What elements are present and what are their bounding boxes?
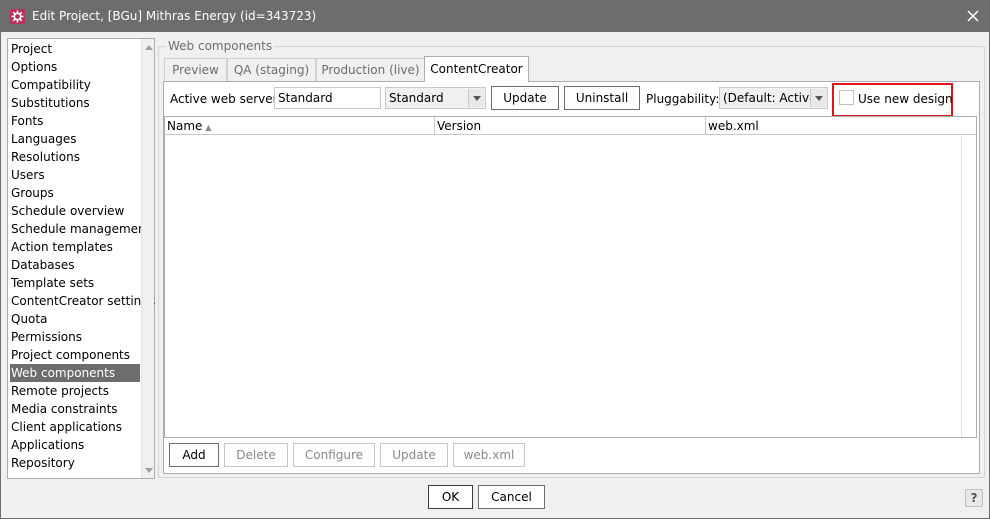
tab-preview[interactable]: Preview bbox=[164, 58, 227, 81]
tab-production-live[interactable]: Production (live) bbox=[316, 58, 425, 81]
nav-item-media-constraints[interactable]: Media constraints bbox=[10, 400, 140, 418]
help-icon: ? bbox=[970, 491, 978, 505]
nav-item-groups[interactable]: Groups bbox=[10, 184, 140, 202]
tab-contentcreator[interactable]: ContentCreator bbox=[424, 56, 529, 82]
web-server-select[interactable]: Standard bbox=[385, 87, 486, 109]
column-header-webxml[interactable]: web.xml bbox=[706, 117, 976, 135]
group-title: Web components bbox=[166, 39, 275, 53]
nav-item-schedule-overview[interactable]: Schedule overview bbox=[10, 202, 140, 220]
nav-item-web-components[interactable]: Web components bbox=[10, 364, 140, 382]
delete-button[interactable]: Delete bbox=[224, 443, 288, 467]
nav-item-options[interactable]: Options bbox=[10, 58, 140, 76]
nav-item-contentcreator-settings[interactable]: ContentCreator settings bbox=[10, 292, 155, 310]
tab-qa-staging[interactable]: QA (staging) bbox=[227, 58, 316, 81]
nav-item-fonts[interactable]: Fonts bbox=[10, 112, 140, 130]
scroll-down-icon[interactable] bbox=[145, 468, 153, 474]
nav-item-permissions[interactable]: Permissions bbox=[10, 328, 140, 346]
configure-button[interactable]: Configure bbox=[293, 443, 375, 467]
chevron-down-icon[interactable] bbox=[810, 89, 826, 107]
use-new-design-label[interactable]: Use new design bbox=[858, 91, 953, 107]
nav-item-project[interactable]: Project bbox=[10, 40, 140, 58]
nav-item-quota[interactable]: Quota bbox=[10, 310, 140, 328]
close-icon bbox=[967, 10, 979, 22]
nav-item-compatibility[interactable]: Compatibility bbox=[10, 76, 140, 94]
settings-nav-list[interactable]: Project Options Compatibility Substituti… bbox=[7, 38, 155, 479]
table-scrollbar[interactable] bbox=[961, 135, 976, 437]
ok-button[interactable]: OK bbox=[428, 485, 473, 509]
title-bar[interactable]: Edit Project, [BGu] Mithras Energy (id=3… bbox=[1, 1, 989, 32]
active-web-server-label: Active web server: bbox=[170, 92, 282, 106]
column-header-version[interactable]: Version bbox=[435, 117, 706, 135]
pluggability-select-value: (Default: Active) bbox=[723, 91, 822, 105]
nav-item-applications[interactable]: Applications bbox=[10, 436, 140, 454]
gear-icon bbox=[10, 9, 25, 24]
nav-item-languages[interactable]: Languages bbox=[10, 130, 140, 148]
nav-item-action-templates[interactable]: Action templates bbox=[10, 238, 140, 256]
nav-item-substitutions[interactable]: Substitutions bbox=[10, 94, 140, 112]
nav-item-template-sets[interactable]: Template sets bbox=[10, 274, 140, 292]
column-header-webxml-label: web.xml bbox=[708, 119, 759, 133]
web-server-select-value: Standard bbox=[389, 91, 444, 105]
nav-item-client-applications[interactable]: Client applications bbox=[10, 418, 140, 436]
nav-item-repository[interactable]: Repository bbox=[10, 454, 140, 472]
nav-item-databases[interactable]: Databases bbox=[10, 256, 140, 274]
dialog-window: Edit Project, [BGu] Mithras Energy (id=3… bbox=[0, 0, 990, 519]
column-header-version-label: Version bbox=[437, 119, 482, 133]
web-components-table[interactable]: Name ▲ Version web.xml bbox=[164, 116, 977, 438]
help-button[interactable]: ? bbox=[965, 489, 983, 507]
nav-scrollbar[interactable] bbox=[141, 39, 154, 478]
nav-item-remote-projects[interactable]: Remote projects bbox=[10, 382, 140, 400]
nav-item-users[interactable]: Users bbox=[10, 166, 140, 184]
active-web-server-field[interactable]: Standard bbox=[274, 87, 381, 109]
pluggability-label: Pluggability: bbox=[646, 92, 720, 106]
scroll-up-icon[interactable] bbox=[145, 44, 153, 50]
uninstall-button[interactable]: Uninstall bbox=[564, 86, 640, 110]
nav-item-resolutions[interactable]: Resolutions bbox=[10, 148, 140, 166]
column-header-name-label: Name bbox=[167, 119, 203, 133]
nav-item-schedule-management[interactable]: Schedule management bbox=[10, 220, 150, 238]
sort-ascending-icon: ▲ bbox=[205, 123, 212, 132]
update-server-button[interactable]: Update bbox=[491, 86, 559, 110]
use-new-design-checkbox[interactable] bbox=[839, 90, 854, 105]
pluggability-select[interactable]: (Default: Active) bbox=[719, 87, 828, 109]
webxml-button[interactable]: web.xml bbox=[453, 443, 525, 467]
cancel-button[interactable]: Cancel bbox=[478, 485, 545, 509]
nav-item-project-components[interactable]: Project components bbox=[10, 346, 140, 364]
table-header: Name ▲ Version web.xml bbox=[165, 117, 976, 135]
close-button[interactable] bbox=[961, 5, 985, 27]
add-button[interactable]: Add bbox=[169, 443, 219, 467]
column-header-name[interactable]: Name ▲ bbox=[165, 117, 435, 135]
chevron-down-icon[interactable] bbox=[468, 89, 484, 107]
update-component-button[interactable]: Update bbox=[380, 443, 448, 467]
window-title: Edit Project, [BGu] Mithras Energy (id=3… bbox=[32, 9, 317, 23]
